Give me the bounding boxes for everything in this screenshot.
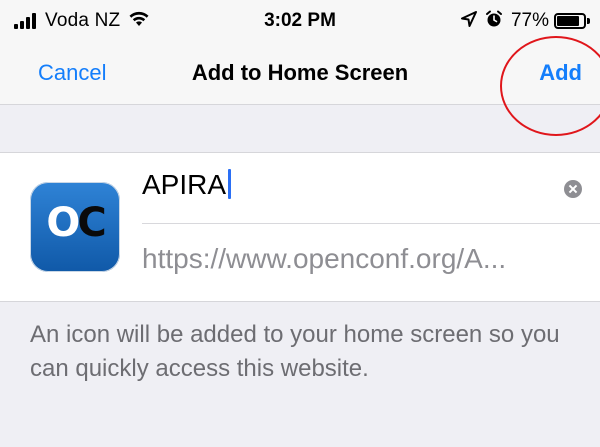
alarm-icon [485, 10, 503, 33]
battery-percent: 77% [510, 10, 549, 31]
nav-bar: Cancel Add to Home Screen Add [0, 40, 600, 104]
name-field[interactable]: APIRA [142, 169, 532, 207]
url-label: https://www.openconf.org/A... [142, 243, 507, 274]
status-bar: Voda NZ 3:02 PM 77% [0, 0, 600, 40]
site-icon-logo: OC [46, 200, 106, 246]
bookmark-card: OC APIRA https://www.openconf.org/A... [0, 152, 600, 302]
description-text: An icon will be added to your home scree… [30, 321, 560, 382]
name-field-row: APIRA [142, 153, 600, 224]
site-icon: OC [30, 182, 120, 272]
status-right: 77% [453, 10, 590, 33]
battery-icon [554, 13, 590, 29]
clear-icon[interactable] [564, 180, 582, 198]
location-arrow-icon [460, 10, 477, 32]
name-field-value: APIRA [142, 169, 227, 200]
page-title: Add to Home Screen [191, 60, 409, 85]
text-caret [228, 169, 232, 199]
top-bar: Voda NZ 3:02 PM 77% Cancel Add to Home S… [0, 0, 600, 105]
add-button[interactable]: Add [539, 60, 582, 86]
